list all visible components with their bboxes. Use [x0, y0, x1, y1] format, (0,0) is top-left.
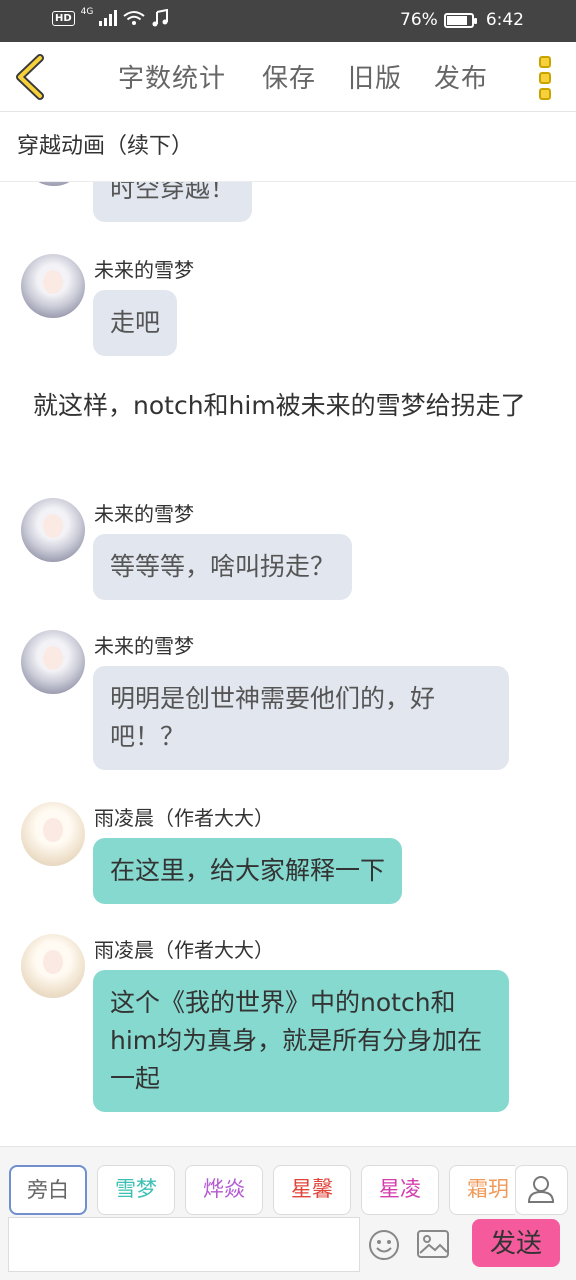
- status-bar: HD 4G 76% 6:42: [0, 0, 576, 42]
- old-version-button[interactable]: 旧版: [348, 58, 402, 95]
- avatar[interactable]: [21, 934, 85, 998]
- status-right: 76% 6:42: [400, 10, 524, 30]
- character-chip[interactable]: 星馨: [273, 1165, 351, 1215]
- more-menu-button[interactable]: [530, 54, 560, 100]
- chat-area[interactable]: 时空穿越！ 未来的雪梦 走吧 就这样，notch和him被未来的雪梦给拐走了 未…: [0, 182, 576, 1144]
- back-button[interactable]: [10, 54, 54, 100]
- message-input[interactable]: [8, 1217, 360, 1272]
- character-manage-button[interactable]: [515, 1165, 568, 1215]
- avatar[interactable]: [21, 802, 85, 866]
- character-chip[interactable]: 星凌: [361, 1165, 439, 1215]
- emoji-icon: [369, 1230, 399, 1260]
- speaker-name: 未来的雪梦: [94, 502, 194, 526]
- avatar[interactable]: [21, 498, 85, 562]
- message-bubble[interactable]: 时空穿越！: [93, 182, 253, 222]
- wifi-icon: [123, 11, 145, 25]
- battery-icon: [443, 12, 477, 28]
- message-bubble[interactable]: 这个《我的世界》中的notch和him均为真身，就是所有分身加在一起: [93, 970, 509, 1112]
- narration-text[interactable]: 就这样，notch和him被未来的雪梦给拐走了: [33, 386, 543, 426]
- status-left: HD 4G: [52, 7, 169, 27]
- clock: 6:42: [485, 10, 524, 30]
- editor-toolbar: 字数统计 保存 旧版 发布: [0, 42, 576, 112]
- network-type: 4G: [80, 7, 94, 17]
- image-button[interactable]: [416, 1229, 450, 1259]
- more-dots-icon: [539, 88, 551, 100]
- avatar[interactable]: [22, 182, 86, 186]
- speaker-name: 雨凌晨（作者大大）: [94, 806, 274, 830]
- signal-icon: [99, 10, 118, 26]
- message-bubble[interactable]: 等等等，啥叫拐走？: [93, 534, 353, 600]
- character-chip[interactable]: 霜玥: [449, 1165, 515, 1215]
- message-bubble[interactable]: 明明是创世神需要他们的，好吧！？: [93, 666, 509, 770]
- save-button[interactable]: 保存: [262, 58, 316, 95]
- word-count-button[interactable]: 字数统计: [118, 58, 226, 95]
- character-chip[interactable]: 雪梦: [97, 1165, 175, 1215]
- publish-button[interactable]: 发布: [434, 58, 488, 95]
- composer-bar: 旁白 雪梦 烨焱 星馨 星凌 霜玥 发送: [0, 1146, 576, 1280]
- emoji-button[interactable]: [368, 1229, 400, 1261]
- message-bubble[interactable]: 在这里，给大家解释一下: [93, 838, 403, 904]
- character-chip[interactable]: 旁白: [9, 1165, 87, 1215]
- avatar[interactable]: [21, 630, 85, 694]
- message-bubble[interactable]: 走吧: [93, 290, 178, 356]
- send-button[interactable]: 发送: [472, 1219, 560, 1267]
- music-icon: [152, 9, 169, 27]
- image-icon: [417, 1230, 449, 1258]
- document-title[interactable]: 穿越动画（续下）: [0, 112, 576, 182]
- back-arrow-icon: [16, 54, 44, 100]
- avatar[interactable]: [21, 254, 85, 318]
- character-selector[interactable]: 旁白 雪梦 烨焱 星馨 星凌 霜玥: [0, 1165, 515, 1217]
- hd-badge: HD: [52, 10, 75, 26]
- battery-percent: 76%: [400, 10, 438, 30]
- more-dots-icon: [539, 56, 551, 68]
- user-icon: [527, 1176, 555, 1203]
- speaker-name: 未来的雪梦: [94, 258, 194, 282]
- more-dots-icon: [539, 72, 551, 84]
- speaker-name: 未来的雪梦: [94, 634, 194, 658]
- speaker-name: 雨凌晨（作者大大）: [94, 938, 274, 962]
- character-chip[interactable]: 烨焱: [185, 1165, 263, 1215]
